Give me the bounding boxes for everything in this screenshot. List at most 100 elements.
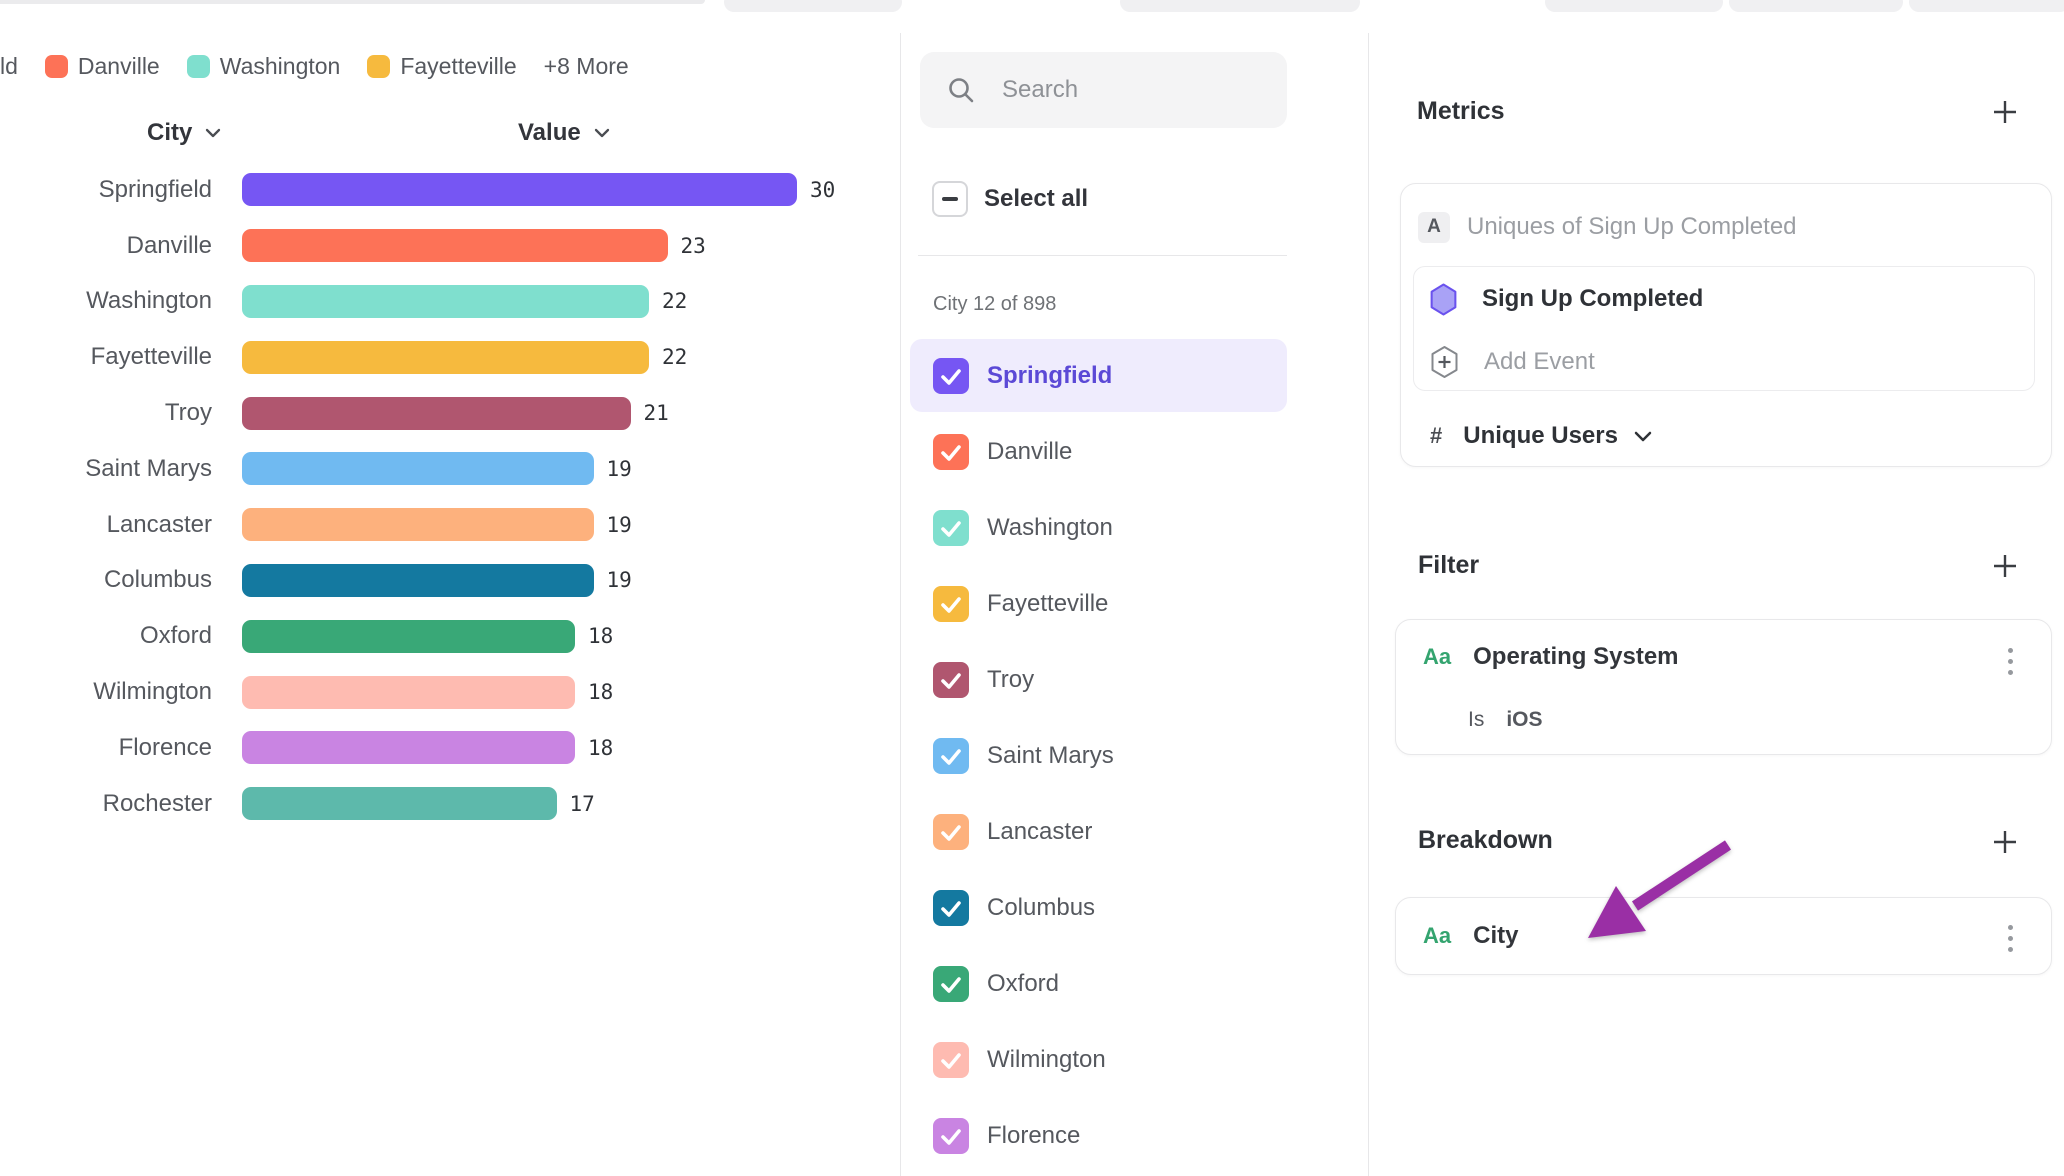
string-type-icon: Aa bbox=[1423, 923, 1451, 949]
city-list-item[interactable]: Wilmington bbox=[910, 1023, 1287, 1096]
add-event-row[interactable]: Add Event bbox=[1429, 345, 1595, 379]
add-metric-button[interactable] bbox=[1992, 99, 2018, 125]
bar[interactable] bbox=[242, 229, 668, 262]
bar-row: Saint Marys19 bbox=[0, 441, 900, 497]
legend-item-label: Washington bbox=[220, 53, 341, 80]
city-checkbox[interactable] bbox=[933, 434, 969, 470]
city-checkbox[interactable] bbox=[933, 738, 969, 774]
bar-value-label: 19 bbox=[607, 568, 632, 592]
measure-label: Unique Users bbox=[1463, 422, 1618, 450]
city-checkbox[interactable] bbox=[933, 966, 969, 1002]
bar[interactable] bbox=[242, 397, 631, 430]
top-pill-fragment-2 bbox=[1120, 0, 1360, 12]
panel-divider-right bbox=[1368, 33, 1369, 1176]
legend-item[interactable]: Washington bbox=[187, 53, 341, 80]
city-list-item[interactable]: Danville bbox=[910, 415, 1287, 488]
checkmark-icon bbox=[933, 586, 969, 622]
bar-row: Columbus19 bbox=[0, 553, 900, 609]
filter-kebab-menu[interactable] bbox=[2008, 648, 2013, 675]
city-item-label: Florence bbox=[987, 1122, 1080, 1150]
select-all-checkbox[interactable] bbox=[932, 181, 968, 217]
search-box[interactable] bbox=[920, 52, 1287, 128]
top-segment-fragment-2 bbox=[1729, 0, 1903, 12]
number-type-icon: # bbox=[1430, 423, 1442, 449]
city-list-item[interactable]: Washington bbox=[910, 491, 1287, 564]
column-header-value[interactable]: Value bbox=[518, 118, 610, 148]
bar-value-label: 18 bbox=[588, 736, 613, 760]
filter-property-row[interactable]: Aa Operating System bbox=[1423, 643, 1679, 671]
column-header-city[interactable]: City bbox=[147, 118, 221, 148]
add-breakdown-button[interactable] bbox=[1992, 829, 2018, 855]
bar-row: Springfield 30 bbox=[0, 162, 900, 218]
city-checkbox[interactable] bbox=[933, 510, 969, 546]
breakdown-property-row[interactable]: Aa City bbox=[1423, 922, 1518, 950]
city-list-item[interactable]: Florence bbox=[910, 1099, 1287, 1172]
bar[interactable] bbox=[242, 341, 649, 374]
city-item-label: Springfield bbox=[987, 362, 1112, 390]
city-checkbox[interactable] bbox=[933, 662, 969, 698]
bar-category-label: Washington bbox=[0, 287, 242, 315]
bar-category-label: Lancaster bbox=[0, 511, 242, 539]
bar-value-label: 30 bbox=[810, 178, 835, 202]
city-list-item[interactable]: Lancaster bbox=[910, 795, 1287, 868]
filter-clause-row[interactable]: Is iOS bbox=[1468, 708, 1543, 732]
sort-chevron-down-icon bbox=[205, 128, 221, 138]
bar[interactable] bbox=[242, 731, 575, 764]
bar-value-label: 19 bbox=[607, 457, 632, 481]
city-list-item[interactable]: Columbus bbox=[910, 871, 1287, 944]
bar[interactable] bbox=[242, 173, 797, 206]
bar-value-label: 21 bbox=[644, 401, 669, 425]
legend-item-truncated: ld bbox=[0, 53, 18, 80]
city-checkbox[interactable] bbox=[933, 890, 969, 926]
city-checkbox[interactable] bbox=[933, 586, 969, 622]
bar-category-label: Springfield bbox=[0, 176, 242, 204]
metric-summary-text: Uniques of Sign Up Completed bbox=[1467, 213, 1797, 241]
checkmark-icon bbox=[933, 738, 969, 774]
bar-value-label: 22 bbox=[662, 345, 687, 369]
add-filter-button[interactable] bbox=[1992, 553, 2018, 579]
bar-category-label: Florence bbox=[0, 734, 242, 762]
city-count-label: City 12 of 898 bbox=[933, 293, 1056, 316]
legend-item[interactable]: Danville bbox=[45, 53, 160, 80]
select-all-row[interactable]: Select all bbox=[932, 181, 1088, 217]
bar[interactable] bbox=[242, 452, 594, 485]
bar[interactable] bbox=[242, 620, 575, 653]
breakdown-kebab-menu[interactable] bbox=[2008, 925, 2013, 952]
metric-summary-row[interactable]: A Uniques of Sign Up Completed bbox=[1418, 210, 1797, 244]
legend-more-button[interactable]: +8 More bbox=[544, 53, 629, 80]
legend-item-label: Fayetteville bbox=[400, 53, 516, 80]
city-checkbox[interactable] bbox=[933, 1118, 969, 1154]
city-checkbox[interactable] bbox=[933, 358, 969, 394]
filter-section-title: Filter bbox=[1418, 551, 1479, 580]
city-list-item[interactable]: Oxford bbox=[910, 947, 1287, 1020]
bar[interactable] bbox=[242, 676, 575, 709]
city-list-item[interactable]: Saint Marys bbox=[910, 719, 1287, 792]
search-input[interactable] bbox=[1002, 76, 1282, 104]
event-row[interactable]: Sign Up Completed bbox=[1429, 282, 1703, 316]
top-segment-fragment-1 bbox=[1545, 0, 1723, 12]
legend-item[interactable]: Fayetteville bbox=[367, 53, 516, 80]
checkmark-icon bbox=[933, 1118, 969, 1154]
city-list-item[interactable]: Troy bbox=[910, 643, 1287, 716]
add-event-hexagon-icon bbox=[1429, 345, 1460, 379]
event-card: Sign Up Completed Add Event bbox=[1413, 266, 2035, 391]
city-checkbox[interactable] bbox=[933, 814, 969, 850]
bar-value-label: 23 bbox=[681, 234, 706, 258]
city-item-label: Troy bbox=[987, 666, 1034, 694]
bar[interactable] bbox=[242, 285, 649, 318]
top-segment-fragment-3 bbox=[1909, 0, 2064, 12]
bar-category-label: Fayetteville bbox=[0, 343, 242, 371]
city-list-item[interactable]: Fayetteville bbox=[910, 567, 1287, 640]
city-checkbox[interactable] bbox=[933, 1042, 969, 1078]
measure-selector[interactable]: # Unique Users bbox=[1430, 419, 1652, 453]
city-list-item[interactable]: Springfield bbox=[910, 339, 1287, 412]
filter-property-name: Operating System bbox=[1473, 643, 1678, 671]
bar-value-label: 19 bbox=[607, 513, 632, 537]
bar[interactable] bbox=[242, 564, 594, 597]
bar[interactable] bbox=[242, 508, 594, 541]
city-item-label: Saint Marys bbox=[987, 742, 1114, 770]
bar-category-label: Wilmington bbox=[0, 678, 242, 706]
legend-item-label: Danville bbox=[78, 53, 160, 80]
bar-row: Troy21 bbox=[0, 385, 900, 441]
bar[interactable] bbox=[242, 787, 557, 820]
